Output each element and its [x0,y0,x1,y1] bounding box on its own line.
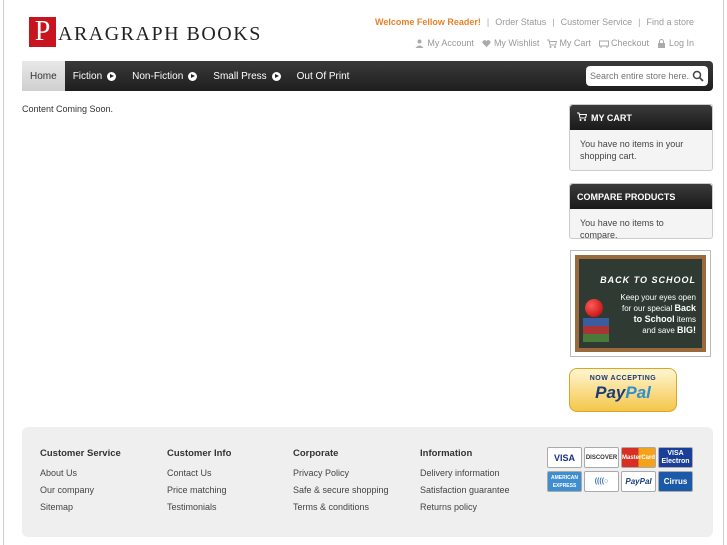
footer-link-price-matching[interactable]: Price matching [167,485,231,495]
nav-out-of-print[interactable]: Out Of Print [289,61,358,91]
user-icon [415,39,424,48]
compare-products-header: COMPARE PRODUCTS [570,184,712,209]
mastercard-icon: MasterCard [621,447,656,468]
footer-col-information: Information Delivery information Satisfa… [420,448,510,512]
arrow-right-icon [188,71,198,81]
find-store-link[interactable]: Find a store [646,17,694,27]
logo-text: ARAGRAPH BOOKS [58,22,262,45]
nav-fiction[interactable]: Fiction [65,61,124,91]
footer-col-corporate: Corporate Privacy Policy Safe & secure s… [293,448,389,512]
account-links: My Account My Wishlist My Cart Checkout … [407,38,694,48]
checkout-link[interactable]: Checkout [598,38,649,48]
paypal-card-icon: PayPal [621,471,656,492]
footer-link-returns[interactable]: Returns policy [420,502,510,512]
footer-link-terms[interactable]: Terms & conditions [293,502,389,512]
maestro-card-icon: ((((○ [584,471,619,492]
back-to-school-banner[interactable]: BACK TO SCHOOL Keep your eyes open for o… [570,250,711,357]
discover-card-icon: DISCOVER [584,447,619,468]
my-wishlist-link[interactable]: My Wishlist [482,38,539,48]
welcome-message: Welcome Fellow Reader! [375,17,481,27]
arrow-right-icon [107,71,117,81]
login-link[interactable]: Log In [657,38,694,48]
nav-non-fiction[interactable]: Non-Fiction [124,61,205,91]
search-input[interactable] [590,71,690,81]
main-nav: Home Fiction Non-Fiction Small Press Out… [22,61,713,91]
logo[interactable]: P ARAGRAPH BOOKS [29,17,262,47]
heart-icon [482,39,491,48]
cart-icon [577,112,588,123]
my-account-link[interactable]: My Account [415,38,474,48]
content-message: Content Coming Soon. [22,104,114,114]
footer-link-safe-shopping[interactable]: Safe & secure shopping [293,485,389,495]
my-cart-header: MY CART [570,105,712,130]
page-frame: P ARAGRAPH BOOKS Welcome Fellow Reader! … [3,0,724,545]
nav-home[interactable]: Home [22,61,65,91]
cart-empty-text: You have no items in your shopping cart. [580,139,684,161]
checkout-icon [598,39,609,48]
footer: Customer Service About Us Our company Si… [22,427,713,537]
footer-link-satisfaction[interactable]: Satisfaction guarantee [420,485,510,495]
apple-icon [585,299,603,317]
arrow-right-icon [271,71,281,81]
my-cart-block: MY CART You have no items in your shoppi… [569,104,713,171]
footer-link-privacy-policy[interactable]: Privacy Policy [293,468,389,478]
visa-card-icon: VISA [547,447,582,468]
search-icon[interactable] [692,70,704,82]
footer-col-customer-info: Customer Info Contact Us Price matching … [167,448,232,512]
my-cart-link[interactable]: My Cart [547,38,591,48]
payment-cards: VISA DISCOVER MasterCard VISA Electron A… [547,447,697,492]
visa-electron-card-icon: VISA Electron [658,447,693,468]
footer-link-sitemap[interactable]: Sitemap [40,502,121,512]
paypal-badge[interactable]: NOW ACCEPTING PayPal [569,368,677,412]
footer-link-testimonials[interactable]: Testimonials [167,502,231,512]
books-icon [583,318,609,342]
chalkboard-image: BACK TO SCHOOL Keep your eyes open for o… [575,255,706,352]
footer-link-our-company[interactable]: Our company [40,485,121,495]
order-status-link[interactable]: Order Status [495,17,546,27]
search-box [586,66,708,86]
footer-link-delivery[interactable]: Delivery information [420,468,510,478]
logo-mark: P [29,17,56,47]
footer-link-contact-us[interactable]: Contact Us [167,468,231,478]
lock-icon [657,38,666,48]
footer-col-customer-service: Customer Service About Us Our company Si… [40,448,121,512]
amex-card-icon: AMERICAN EXPRESS [547,471,582,492]
cirrus-card-icon: Cirrus [658,471,693,492]
compare-empty-text: You have no items to compare. [580,218,664,240]
compare-products-block: COMPARE PRODUCTS You have no items to co… [569,183,713,240]
footer-link-about-us[interactable]: About Us [40,468,121,478]
nav-small-press[interactable]: Small Press [205,61,288,91]
top-links: Welcome Fellow Reader! | Order Status | … [375,17,694,27]
customer-service-link[interactable]: Customer Service [561,17,633,27]
cart-icon [547,39,558,48]
